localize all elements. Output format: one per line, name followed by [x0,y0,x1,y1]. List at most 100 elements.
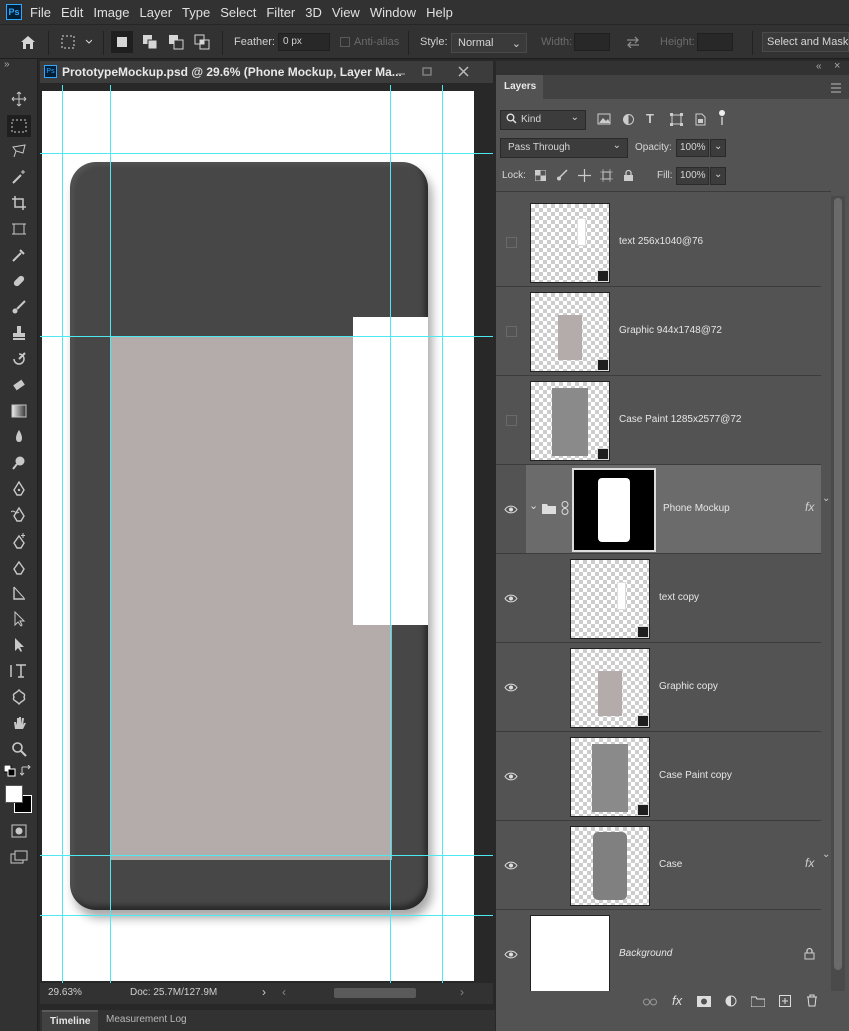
eraser-tool-icon[interactable] [9,375,29,395]
intersect-selection-icon[interactable] [191,31,213,53]
visibility-toggle[interactable] [496,821,526,910]
menu-edit[interactable]: Edit [61,5,83,20]
scrollbar-thumb[interactable] [834,198,842,970]
maximize-icon[interactable] [420,65,434,79]
new-layer-icon[interactable] [779,995,791,1010]
collapse-panel-icon[interactable]: « [816,61,822,72]
layer-row[interactable]: Case Paint copy [526,732,821,821]
visibility-toggle[interactable] [496,910,526,999]
subtract-from-selection-icon[interactable] [165,31,187,53]
tab-timeline[interactable]: Timeline [42,1010,98,1031]
visibility-toggle[interactable] [496,643,526,732]
fx-icon[interactable]: fx [805,500,814,514]
move-tool-icon[interactable] [9,89,29,109]
frame-tool-icon[interactable] [9,219,29,239]
link-icon[interactable] [561,501,569,518]
canvas-area[interactable] [40,85,493,983]
new-selection-icon[interactable] [111,31,133,53]
zoom-level[interactable]: 29.63% [48,987,82,998]
menu-window[interactable]: Window [370,5,416,20]
pen-tool-icon[interactable] [9,479,29,499]
effects-expand-icon[interactable]: ⌄ [822,493,830,504]
menu-filter[interactable]: Filter [266,5,295,20]
layer-mask-thumbnail[interactable] [572,468,656,552]
default-colors-icon[interactable] [4,765,16,777]
brush-tool-icon[interactable] [9,297,29,317]
eyedropper-tool-icon[interactable] [9,245,29,265]
history-brush-tool-icon[interactable] [9,349,29,369]
scroll-left-icon[interactable]: ‹ [282,985,286,999]
filter-smart-object-icon[interactable] [694,113,706,129]
scroll-right-icon[interactable]: › [460,985,464,999]
swap-icon[interactable] [624,34,642,50]
lasso-tool-icon[interactable] [9,141,29,161]
width-input[interactable] [574,33,610,51]
feather-input[interactable]: 0 px [278,33,330,51]
fill-input[interactable]: 100% [676,167,709,185]
layer-row[interactable]: text 256x1040@76 [526,198,821,287]
path-selection-tool-icon[interactable] [9,635,29,655]
lock-position-icon[interactable] [578,169,591,185]
collapse-toolbar-icon[interactable]: » [4,59,10,70]
menu-file[interactable]: File [30,5,51,20]
marquee-preset-picker[interactable] [60,33,92,51]
filter-pixel-icon[interactable] [597,113,611,128]
antialias-checkbox[interactable] [340,37,350,47]
delete-layer-icon[interactable] [806,994,818,1010]
menu-select[interactable]: Select [220,5,256,20]
layer-row[interactable]: text copy [526,554,821,643]
filter-adjustment-icon[interactable] [622,113,635,129]
link-layers-icon[interactable] [643,996,657,1010]
tab-layers[interactable]: Layers [496,75,543,99]
custom-shape-tool-icon[interactable] [9,687,29,707]
lock-image-pixels-icon[interactable] [556,169,568,184]
visibility-toggle[interactable] [496,198,526,287]
foreground-color-swatch[interactable] [5,785,23,803]
zoom-tool-icon[interactable] [9,739,29,759]
filter-toggle-switch[interactable] [718,109,726,127]
add-layer-style-icon[interactable]: fx [672,993,682,1008]
select-and-mask-button[interactable]: Select and Mask... [762,32,849,52]
visibility-toggle[interactable] [496,287,526,376]
menu-image[interactable]: Image [93,5,129,20]
add-to-selection-icon[interactable] [139,31,161,53]
layer-row[interactable]: Case fx [526,821,821,910]
filter-kind-select[interactable]: Kind ⌄ [500,110,586,130]
lock-transparent-pixels-icon[interactable] [534,169,547,184]
visibility-toggle[interactable] [496,732,526,821]
freeform-pen-tool-icon[interactable] [9,505,29,525]
minimize-icon[interactable] [394,65,408,79]
tab-measurement-log[interactable]: Measurement Log [106,1014,187,1025]
type-tool-icon[interactable] [9,661,29,681]
close-panel-icon[interactable]: × [834,60,840,72]
magic-wand-tool-icon[interactable] [9,167,29,187]
style-select[interactable]: Normal ⌄ [451,33,527,53]
visibility-toggle[interactable] [496,554,526,643]
layer-row[interactable]: Background [526,910,821,999]
visibility-toggle[interactable] [496,376,526,465]
new-group-icon[interactable] [750,996,766,1010]
add-mask-icon[interactable] [697,996,711,1010]
doc-size[interactable]: Doc: 25.7M/127.9M [130,987,217,998]
fill-dropdown-icon[interactable]: ⌄ [710,167,726,185]
filter-type-icon[interactable]: T [646,111,654,126]
healing-brush-tool-icon[interactable] [9,271,29,291]
height-input[interactable] [697,33,733,51]
horizontal-scrollbar[interactable] [334,988,416,998]
panel-menu-icon[interactable] [830,82,842,93]
new-adjustment-layer-icon[interactable] [725,995,737,1010]
document-tab[interactable]: Ps PrototypeMockup.psd @ 29.6% (Phone Mo… [40,61,493,83]
path-tool-icon[interactable] [9,583,29,603]
effects-expand-icon[interactable]: ⌄ [822,849,830,860]
screen-mode-icon[interactable] [9,847,29,867]
visibility-toggle[interactable] [496,465,526,554]
opacity-dropdown-icon[interactable]: ⌄ [710,139,726,157]
opacity-input[interactable]: 100% [676,139,709,157]
menu-type[interactable]: Type [182,5,210,20]
gradient-tool-icon[interactable] [9,401,29,421]
clone-stamp-tool-icon[interactable] [9,323,29,343]
document-canvas[interactable] [42,91,474,981]
layer-row[interactable]: Graphic 944x1748@72 [526,287,821,376]
menu-layer[interactable]: Layer [140,5,173,20]
crop-tool-icon[interactable] [9,193,29,213]
